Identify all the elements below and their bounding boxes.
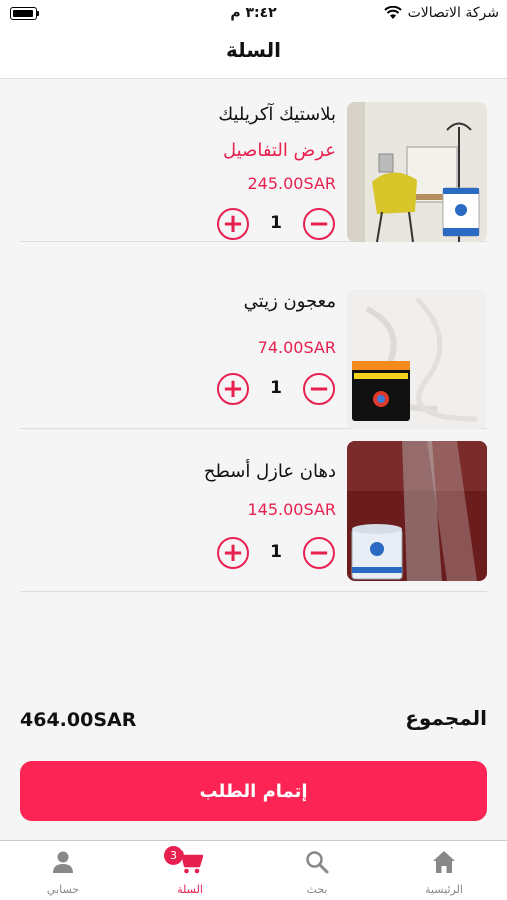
quantity-value: 1 — [270, 542, 282, 562]
home-icon — [433, 851, 455, 873]
decrease-quantity-button[interactable]: − — [303, 373, 335, 405]
total-label: المجموع — [405, 706, 487, 730]
cart-item: دهان عازل أسطح 145.00SAR + 1 − — [20, 430, 487, 592]
tab-search[interactable]: بحث — [254, 841, 380, 900]
tab-label: السلة — [177, 883, 203, 896]
tab-home[interactable]: الرئيسية — [381, 841, 507, 900]
carrier-name: شركة الاتصالات — [407, 5, 499, 21]
checkout-button[interactable]: إتمام الطلب — [20, 761, 487, 821]
tab-label: الرئيسية — [425, 883, 463, 896]
status-carrier: شركة الاتصالات — [383, 5, 499, 21]
quantity-stepper: + 1 − — [217, 537, 335, 569]
quantity-stepper: + 1 − — [217, 208, 335, 240]
total-value: 464.00SAR — [20, 709, 137, 731]
quantity-stepper: + 1 − — [217, 373, 335, 405]
item-price: 145.00SAR — [247, 500, 337, 519]
decrease-quantity-button[interactable]: − — [303, 208, 335, 240]
item-name: بلاستيك آكريليك — [218, 104, 336, 125]
wifi-icon — [383, 6, 402, 19]
cart-item: بلاستيك آكريليك عرض التفاصيل 245.00SAR +… — [20, 80, 487, 242]
header: السلة — [0, 28, 507, 79]
view-details-link[interactable]: عرض التفاصيل — [223, 140, 336, 161]
increase-quantity-button[interactable]: + — [217, 373, 249, 405]
tab-bar: حسابي 3 السلة بحث الرئيسية — [0, 840, 507, 900]
tab-label: حسابي — [46, 883, 80, 896]
product-image[interactable] — [347, 289, 487, 429]
item-price: 245.00SAR — [247, 174, 337, 193]
item-name: معجون زيتي — [243, 291, 336, 312]
status-bar: ٣:٤٢ م شركة الاتصالات — [0, 0, 507, 28]
tab-cart[interactable]: 3 السلة — [127, 841, 253, 900]
product-image[interactable] — [347, 102, 487, 242]
cart-item: معجون زيتي 74.00SAR + 1 − — [20, 267, 487, 429]
tab-account[interactable]: حسابي — [0, 841, 126, 900]
tab-label: بحث — [306, 883, 328, 896]
quantity-value: 1 — [270, 213, 282, 233]
quantity-value: 1 — [270, 378, 282, 398]
product-image[interactable] — [347, 441, 487, 581]
search-icon — [306, 851, 329, 874]
person-icon — [53, 851, 73, 873]
item-price: 74.00SAR — [257, 338, 336, 357]
increase-quantity-button[interactable]: + — [217, 208, 249, 240]
item-name: دهان عازل أسطح — [203, 461, 336, 482]
increase-quantity-button[interactable]: + — [217, 537, 249, 569]
cart-count-badge: 3 — [164, 846, 183, 865]
page-title: السلة — [225, 38, 281, 62]
decrease-quantity-button[interactable]: − — [303, 537, 335, 569]
